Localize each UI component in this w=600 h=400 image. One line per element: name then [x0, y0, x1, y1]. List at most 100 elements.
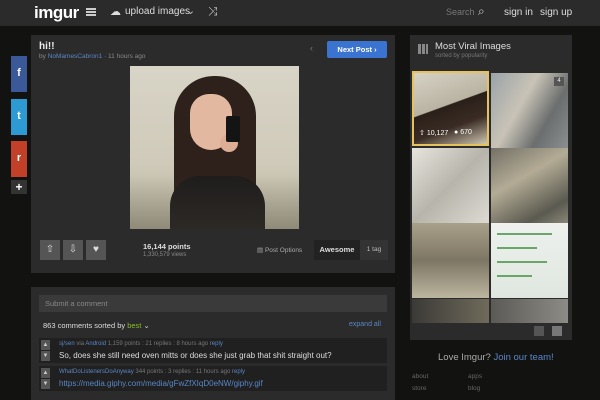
post-options-label: Post Options	[264, 247, 303, 254]
downvote-icon[interactable]: ▼	[41, 379, 50, 389]
thumbnail-image	[412, 223, 489, 298]
comment-count: 863 comments sorted by best ⌄	[43, 321, 150, 330]
thumb-line	[497, 233, 552, 235]
reddit-icon: r	[16, 152, 22, 164]
comment-vote: ▲ ▼	[41, 340, 50, 361]
thumbnail-image	[412, 148, 489, 223]
arrow-up-icon: ⇧	[419, 130, 425, 137]
thumb-line	[497, 275, 532, 277]
album-count-badge: 4	[554, 77, 564, 86]
upvote-icon[interactable]: ▲	[41, 368, 50, 378]
comment-vote: ▲ ▼	[41, 368, 50, 389]
tags-button[interactable]: 1 tag	[360, 240, 388, 260]
comment-author[interactable]: WhatDoListenersDoAnyway	[59, 369, 134, 375]
comment-icon: ●	[454, 129, 459, 136]
viral-thumbnail[interactable]: ⇧ 10,127 ● 670	[412, 71, 489, 146]
post-image[interactable]	[130, 66, 299, 229]
more-share-button[interactable]: +	[11, 180, 27, 194]
plus-icon: +	[15, 180, 23, 194]
footer-apps-link[interactable]: apps	[468, 373, 482, 380]
post-panel: hi!! by NoMamesCabron1 · 11 hours ago ‹ …	[31, 35, 395, 273]
viral-thumbnail[interactable]	[412, 223, 489, 298]
viral-subtitle: sorted by popularity	[435, 53, 488, 59]
facebook-share-button[interactable]: f	[11, 56, 27, 92]
viral-thumbnail[interactable]	[412, 148, 489, 223]
reply-link[interactable]: reply	[210, 341, 223, 347]
comment-input[interactable]: Submit a comment	[39, 295, 387, 312]
grid-icon	[418, 44, 428, 54]
viral-sidebar: Most Viral Images sorted by popularity ⇧…	[410, 35, 572, 340]
post-title: hi!!	[39, 41, 55, 52]
points-count: 16,144 points	[143, 242, 191, 251]
viral-title[interactable]: Most Viral Images	[435, 41, 511, 52]
love-imgur-label: Love Imgur?	[438, 352, 491, 363]
sign-in-link[interactable]: sign in	[504, 7, 533, 18]
comment-meta: WhatDoListenersDoAnyway 344 points : 3 r…	[59, 369, 245, 375]
viral-thumbnail[interactable]: 4	[491, 73, 568, 148]
top-navbar: imgur ☁ upload images ⌄ ⤨ Search ⌕ sign …	[0, 0, 600, 26]
comment-count-label: 863 comments sorted by	[43, 321, 126, 330]
upvote-icon[interactable]: ▲	[41, 340, 50, 350]
twitter-icon: t	[17, 110, 21, 122]
join-team-link[interactable]: Join our team!	[493, 352, 553, 363]
chevron-down-icon[interactable]: ⌄	[186, 4, 195, 17]
next-post-button[interactable]: Next Post ›	[327, 41, 387, 58]
cloud-upload-icon[interactable]: ☁	[110, 5, 121, 18]
downvote-icon[interactable]: ▼	[41, 351, 50, 361]
comment-platform[interactable]: Android	[85, 341, 106, 347]
author-link[interactable]: NoMamesCabron1	[48, 53, 103, 60]
sign-up-link[interactable]: sign up	[540, 7, 572, 18]
list-view-icon[interactable]	[534, 326, 544, 336]
thumb-comments-value: 670	[460, 129, 472, 136]
comment-row: ▲ ▼ WhatDoListenersDoAnyway 344 points :…	[39, 366, 387, 391]
love-imgur-banner: Love Imgur? Join our team!	[438, 352, 554, 363]
grid-view-icon[interactable]	[552, 326, 562, 336]
viral-thumbnail[interactable]	[491, 299, 568, 323]
post-meta: by NoMamesCabron1 · 11 hours ago	[39, 53, 146, 60]
comments-panel: Submit a comment 863 comments sorted by …	[31, 287, 395, 400]
thumb-line	[497, 247, 537, 249]
thumbnail-image	[491, 299, 568, 323]
imgur-logo[interactable]: imgur	[34, 3, 79, 23]
twitter-share-button[interactable]: t	[11, 99, 27, 135]
awesome-tag-button[interactable]: Awesome	[314, 240, 360, 260]
comment-stats: 1,159 points : 21 replies : 8 hours ago	[107, 341, 209, 347]
previous-post-button[interactable]: ‹	[310, 43, 313, 53]
downvote-button[interactable]: ⇩	[63, 240, 83, 260]
post-meta-prefix: by	[39, 53, 46, 60]
viral-thumbnail[interactable]	[491, 148, 568, 223]
thumb-points: ⇧ 10,127	[419, 129, 448, 137]
reply-link[interactable]: reply	[232, 369, 245, 375]
search-input[interactable]: Search	[446, 7, 475, 17]
comment-author[interactable]: sj/sen	[59, 341, 75, 347]
comment-stats: 344 points : 3 replies : 11 hours ago	[135, 369, 231, 375]
options-icon: ▤	[257, 247, 264, 254]
footer-blog-link[interactable]: blog	[468, 385, 480, 392]
post-time: · 11 hours ago	[104, 53, 146, 60]
search-icon[interactable]: ⌕	[478, 4, 485, 19]
expand-all-link[interactable]: expand all	[349, 321, 381, 328]
footer-store-link[interactable]: store	[412, 385, 426, 392]
sort-dropdown[interactable]: best	[127, 321, 141, 330]
footer-about-link[interactable]: about	[412, 373, 428, 380]
favorite-button[interactable]: ♥	[86, 240, 106, 260]
upvote-button[interactable]: ⇧	[40, 240, 60, 260]
reddit-share-button[interactable]: r	[11, 141, 27, 177]
viral-thumbnail[interactable]	[412, 299, 489, 323]
chevron-down-icon[interactable]: ⌄	[144, 321, 150, 330]
shuffle-icon[interactable]: ⤨	[208, 4, 218, 19]
thumb-comments: ● 670	[454, 129, 472, 136]
comment-text: So, does she still need oven mitts or do…	[59, 351, 332, 360]
viral-thumbnail[interactable]	[491, 223, 568, 298]
comment-link[interactable]: https://media.giphy.com/media/gFwZfXIqD0…	[59, 379, 263, 388]
facebook-icon: f	[17, 67, 21, 79]
upload-images-link[interactable]: upload images	[125, 6, 190, 17]
menu-icon[interactable]	[86, 8, 96, 16]
image-phone	[226, 116, 240, 142]
thumbnail-image	[491, 148, 568, 223]
thumb-line	[497, 261, 547, 263]
comment-meta: sj/sen via Android 1,159 points : 21 rep…	[59, 341, 223, 347]
post-options-button[interactable]: ▤ Post Options	[257, 246, 302, 254]
comment-via: via	[76, 341, 85, 347]
image-desk-shadow	[130, 176, 299, 229]
